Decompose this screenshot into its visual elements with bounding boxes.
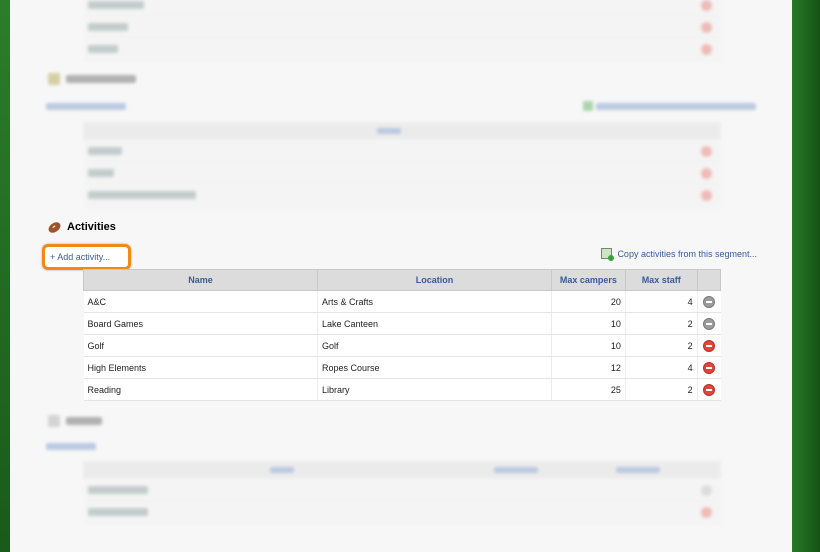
column-header-max-campers[interactable]: Max campers: [551, 269, 626, 291]
activity-location: Ropes Course: [317, 356, 552, 379]
activity-location: Golf: [317, 334, 552, 357]
remove-cell: [697, 334, 721, 357]
activity-max-campers: 20: [551, 290, 626, 313]
column-header-actions: [696, 269, 722, 291]
table-header-row: Name Location Max campers Max staff: [83, 269, 722, 291]
activity-name[interactable]: A&C: [83, 290, 318, 313]
activities-section-header: Activities: [46, 219, 116, 235]
activity-location: Arts & Crafts: [317, 290, 552, 313]
activity-name[interactable]: Reading: [83, 378, 318, 401]
remove-cell: [697, 356, 721, 379]
football-icon: [46, 219, 63, 235]
table-row[interactable]: Golf Golf 10 2: [83, 334, 721, 357]
remove-cell: [697, 290, 721, 313]
activity-max-staff: 2: [625, 334, 698, 357]
copy-segment-icon: [601, 248, 615, 261]
table-row[interactable]: Reading Library 25 2: [83, 378, 721, 401]
background-right: [792, 0, 820, 552]
copy-activities-label: Copy activities from this segment...: [617, 248, 757, 259]
activity-location: Library: [317, 378, 552, 401]
activities-title: Activities: [67, 221, 116, 233]
activity-name[interactable]: Board Games: [83, 312, 318, 335]
activity-max-campers: 25: [551, 378, 626, 401]
activity-max-campers: 10: [551, 334, 626, 357]
add-activity-link[interactable]: + Add activity...: [42, 244, 131, 270]
column-header-location[interactable]: Location: [317, 269, 552, 291]
remove-icon: [703, 295, 716, 308]
activity-max-campers: 12: [551, 356, 626, 379]
table-row[interactable]: Board Games Lake Canteen 10 2: [83, 312, 721, 335]
activity-name[interactable]: Golf: [83, 334, 318, 357]
activity-max-staff: 2: [625, 312, 698, 335]
table-row[interactable]: A&C Arts & Crafts 20 4: [83, 290, 721, 313]
activity-name[interactable]: High Elements: [83, 356, 318, 379]
page-content: Activities + Add activity... Copy activi…: [10, 0, 792, 552]
remove-icon[interactable]: [703, 383, 716, 396]
activity-location: Lake Canteen: [317, 312, 552, 335]
activity-max-campers: 10: [551, 312, 626, 335]
table-row[interactable]: High Elements Ropes Course 12 4: [83, 356, 721, 379]
column-header-name[interactable]: Name: [83, 269, 318, 291]
remove-icon[interactable]: [703, 361, 716, 374]
activities-table: Name Location Max campers Max staff A&C …: [83, 269, 722, 401]
remove-icon[interactable]: [703, 339, 716, 352]
remove-cell: [697, 378, 721, 401]
activity-max-staff: 2: [625, 378, 698, 401]
remove-cell: [697, 312, 721, 335]
column-header-max-staff[interactable]: Max staff: [624, 269, 698, 291]
activity-max-staff: 4: [625, 290, 698, 313]
copy-activities-link[interactable]: Copy activities from this segment...: [601, 248, 757, 261]
background-left: [0, 0, 10, 552]
activity-max-staff: 4: [625, 356, 698, 379]
remove-icon: [703, 317, 716, 330]
